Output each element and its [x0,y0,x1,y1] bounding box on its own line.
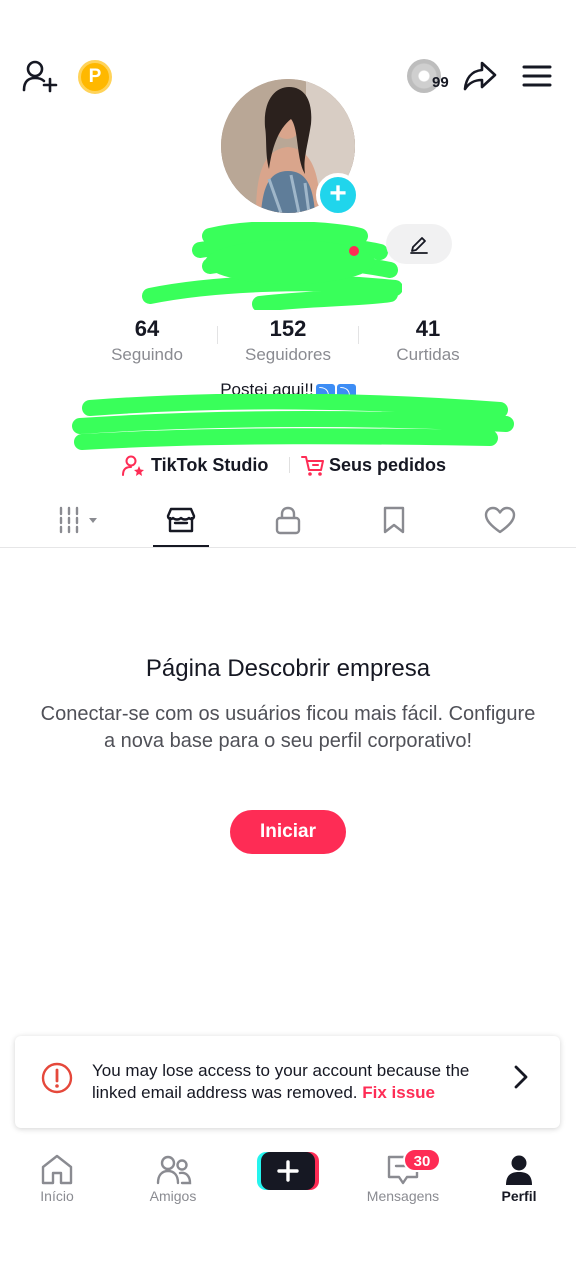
profile-links: TikTok Studio Seus pedidos [0,452,576,480]
menu-icon[interactable] [522,64,552,88]
bottom-nav: Início Amigos Mensagens Perfil [0,1140,576,1220]
account-warning-card[interactable]: You may lose access to your account beca… [15,1036,560,1128]
home-icon [40,1153,74,1185]
add-user-icon[interactable] [22,59,58,93]
stat-likes[interactable]: 41 Curtidas [358,316,498,366]
redaction-scribble [72,394,514,450]
tab-liked[interactable] [474,496,526,548]
edit-icon [409,234,429,254]
lock-icon [275,505,301,535]
nav-profile[interactable]: Perfil [469,1140,569,1210]
empty-state-body: Conectar-se com os usuários ficou mais f… [40,703,536,752]
stat-value: 64 [134,316,160,341]
nav-label: Amigos [149,1188,197,1204]
empty-state-title: Página Descobrir empresa [145,655,431,682]
stat-value: 41 [415,316,441,341]
tab-private[interactable] [262,496,314,548]
fix-issue-link[interactable]: Fix issue [362,1083,435,1102]
nav-label: Perfil [501,1188,537,1204]
chevron-right-icon[interactable] [513,1064,529,1090]
bookmark-icon [382,506,406,534]
cart-icon [301,455,325,477]
divider [289,457,290,473]
profile-icon [504,1154,534,1186]
messages-count-badge: 30 [403,1148,441,1172]
redaction-scribble [142,222,402,310]
nav-label: Início [40,1188,74,1204]
heart-icon [484,506,516,534]
stat-label: Seguidores [244,345,331,364]
stat-label: Curtidas [396,345,460,364]
nav-home[interactable]: Início [7,1140,107,1210]
tab-saved[interactable] [368,496,420,548]
coin-icon[interactable]: P [78,60,112,94]
start-button[interactable]: Iniciar [230,810,346,854]
verified-dot [349,246,359,256]
tab-videos[interactable] [50,496,110,548]
tab-shop[interactable] [153,496,209,548]
nav-label: Mensagens [366,1188,440,1204]
stat-followers[interactable]: 152 Seguidores [218,316,358,366]
share-icon[interactable] [463,60,497,92]
nav-friends[interactable]: Amigos [123,1140,223,1210]
create-button[interactable] [257,1152,319,1190]
stat-following[interactable]: 64 Seguindo [77,316,217,366]
plus-icon: + [329,177,347,210]
profile-tabs [0,496,576,548]
studio-icon [122,455,146,477]
shop-icon [166,506,196,534]
warning-text: You may lose access to your account beca… [92,1060,492,1104]
add-photo-button[interactable]: + [316,173,360,217]
stat-value: 152 [269,316,307,341]
active-tab-indicator [153,545,209,547]
edit-profile-button[interactable] [386,224,452,264]
orders-link[interactable]: Seus pedidos [329,452,446,478]
friends-icon [156,1155,192,1185]
tiktok-studio-link[interactable]: TikTok Studio [151,452,268,478]
nav-messages[interactable]: Mensagens [353,1140,453,1210]
alert-icon [41,1062,73,1094]
stat-label: Seguindo [111,345,183,364]
disc-count: 99 [432,74,449,91]
grid-icon [58,506,102,534]
